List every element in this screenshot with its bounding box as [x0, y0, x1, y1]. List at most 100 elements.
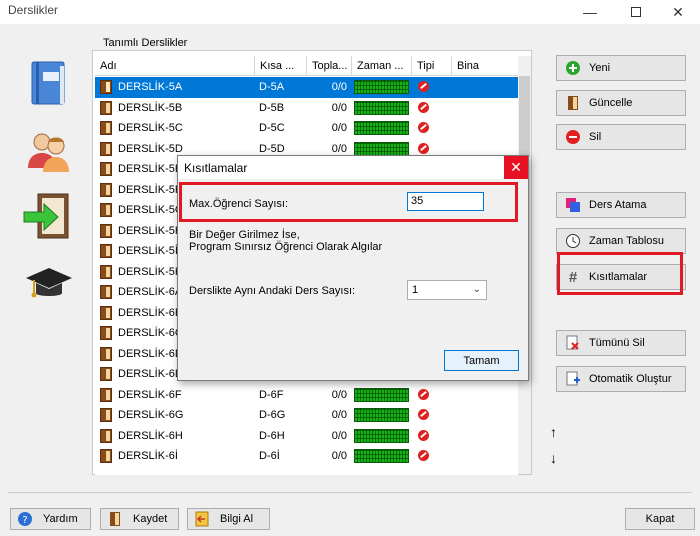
cell-short: D-5C — [259, 122, 285, 134]
timetable-grid-icon — [354, 449, 409, 463]
column-adi[interactable]: Adı — [95, 56, 255, 76]
type-prohibited-icon — [418, 81, 429, 92]
ok-button[interactable]: Tamam — [444, 350, 519, 371]
chevron-down-icon: ⌄ — [472, 284, 481, 295]
auto-create-button[interactable]: Otomatik Oluştur — [556, 366, 686, 392]
cell-short: D-5A — [259, 81, 285, 93]
close-window-label: Kapat — [645, 513, 675, 525]
cell-total: 0/0 — [331, 429, 347, 442]
column-toplam[interactable]: Topla... — [307, 56, 352, 76]
move-up-icon[interactable]: ↑ — [550, 424, 557, 440]
delete-button-label: Sil — [589, 131, 602, 143]
new-button-label: Yeni — [589, 62, 611, 74]
timetable-label: Zaman Tablosu — [589, 235, 665, 247]
table-row[interactable]: DERSLİK-5C D-5C 0/0 — [95, 118, 518, 139]
cell-short: D-6G — [259, 409, 286, 421]
close-icon: ✕ — [672, 3, 684, 20]
course-assign-label: Ders Atama — [589, 199, 647, 211]
info-label: Bilgi Al — [220, 513, 254, 525]
scrollbar-thumb[interactable] — [519, 76, 530, 156]
cell-name: DERSLİK-5C — [118, 122, 183, 134]
delete-all-icon — [565, 335, 581, 351]
delete-all-label: Tümünü Sil — [589, 337, 645, 349]
cell-short: D-6F — [259, 388, 284, 401]
door-exit-icon[interactable] — [22, 190, 76, 244]
close-button[interactable]: ✕ — [656, 0, 700, 24]
close-icon: ✕ — [510, 159, 522, 175]
graduation-cap-icon[interactable] — [22, 258, 76, 312]
type-prohibited-icon — [418, 388, 429, 400]
close-window-button[interactable]: Kapat — [625, 508, 695, 530]
course-assign-button[interactable]: Ders Atama — [556, 192, 686, 218]
maximize-button[interactable] — [614, 0, 658, 24]
help-label: Yardım — [43, 513, 78, 525]
minimize-icon: — — [583, 4, 597, 20]
same-time-value: 1 — [412, 284, 419, 296]
cell-short: D-6H — [259, 429, 285, 442]
type-prohibited-icon — [418, 122, 429, 133]
constraints-highlight — [557, 252, 683, 295]
move-down-icon[interactable]: ↓ — [550, 450, 557, 466]
table-row[interactable]: DERSLİK-5A D-5A 0/0 — [95, 77, 518, 98]
column-bina[interactable]: Bina — [452, 56, 518, 76]
cell-name: DERSLİK-5B — [118, 101, 183, 114]
timetable-grid-icon — [354, 428, 409, 443]
door-icon — [565, 95, 581, 111]
cell-name: DERSLİK-6G — [118, 409, 184, 421]
save-label: Kaydet — [133, 513, 168, 525]
help-icon: ? — [17, 511, 33, 527]
table-row[interactable]: DERSLİK-5B D-5B 0/0 — [95, 98, 518, 119]
timetable-grid-icon — [354, 387, 409, 402]
book-icon[interactable] — [22, 58, 76, 112]
bottom-divider — [8, 492, 692, 493]
group-label: Tanımlı Derslikler — [103, 37, 188, 49]
timetable-grid-icon — [354, 408, 409, 422]
cell-short: D-6İ — [259, 450, 280, 462]
new-button[interactable]: Yeni — [556, 55, 686, 81]
timetable-grid-icon — [354, 121, 409, 135]
update-button[interactable]: Güncelle — [556, 90, 686, 116]
column-tipi[interactable]: Tipi — [412, 56, 452, 76]
grid-header: Adı Kısa ... Topla... Zaman ... Tipi Bin… — [95, 56, 518, 76]
cell-total: 0/0 — [331, 450, 347, 462]
cell-name: DERSLİK-5A — [118, 81, 183, 93]
table-row[interactable]: DERSLİK-6G D-6G 0/0 — [95, 405, 518, 426]
people-icon[interactable] — [22, 124, 76, 178]
timetable-grid-icon — [354, 100, 409, 115]
column-kisa[interactable]: Kısa ... — [255, 56, 307, 76]
dialog-close-button[interactable]: ✕ — [504, 156, 528, 179]
save-button[interactable]: Kaydet — [100, 508, 179, 530]
table-row[interactable]: DERSLİK-6F D-6F 0/0 — [95, 385, 518, 406]
title-bar: Derslikler — ✕ — [0, 0, 700, 24]
delete-all-button[interactable]: Tümünü Sil — [556, 330, 686, 356]
same-time-label: Derslikte Aynı Andaki Ders Sayısı: — [189, 285, 356, 297]
column-zaman[interactable]: Zaman ... — [352, 56, 412, 76]
auto-create-icon — [565, 371, 581, 387]
cell-total: 0/0 — [331, 81, 347, 93]
update-button-label: Güncelle — [589, 97, 633, 109]
same-time-select[interactable]: 1 ⌄ — [407, 280, 487, 300]
table-row[interactable]: DERSLİK-6İ D-6İ 0/0 — [95, 446, 518, 467]
cell-total: 0/0 — [331, 388, 347, 401]
cell-total: 0/0 — [331, 101, 347, 114]
delete-button[interactable]: Sil — [556, 124, 686, 150]
svg-text:?: ? — [22, 515, 27, 526]
dialog-title: Kısıtlamalar — [184, 161, 248, 175]
info-export-icon — [194, 511, 210, 527]
cell-name: DERSLİK-6F — [118, 388, 182, 401]
course-assign-icon — [565, 197, 581, 213]
info-button[interactable]: Bilgi Al — [187, 508, 270, 530]
cell-total: 0/0 — [331, 122, 347, 134]
table-row[interactable]: DERSLİK-6H D-6H 0/0 — [95, 426, 518, 447]
minimize-button[interactable]: — — [568, 0, 612, 24]
cell-name: DERSLİK-6İ — [118, 450, 178, 462]
dialog-title-bar: Kısıtlamalar ✕ — [178, 156, 528, 179]
help-button[interactable]: ? Yardım — [10, 508, 91, 530]
type-prohibited-icon — [418, 101, 429, 113]
type-prohibited-icon — [418, 429, 429, 441]
type-prohibited-icon — [418, 142, 429, 154]
timetable-button[interactable]: Zaman Tablosu — [556, 228, 686, 254]
note-line-1: Bir Değer Girilmez İse, — [189, 229, 300, 241]
type-prohibited-icon — [418, 409, 429, 420]
max-students-highlight — [179, 182, 518, 222]
